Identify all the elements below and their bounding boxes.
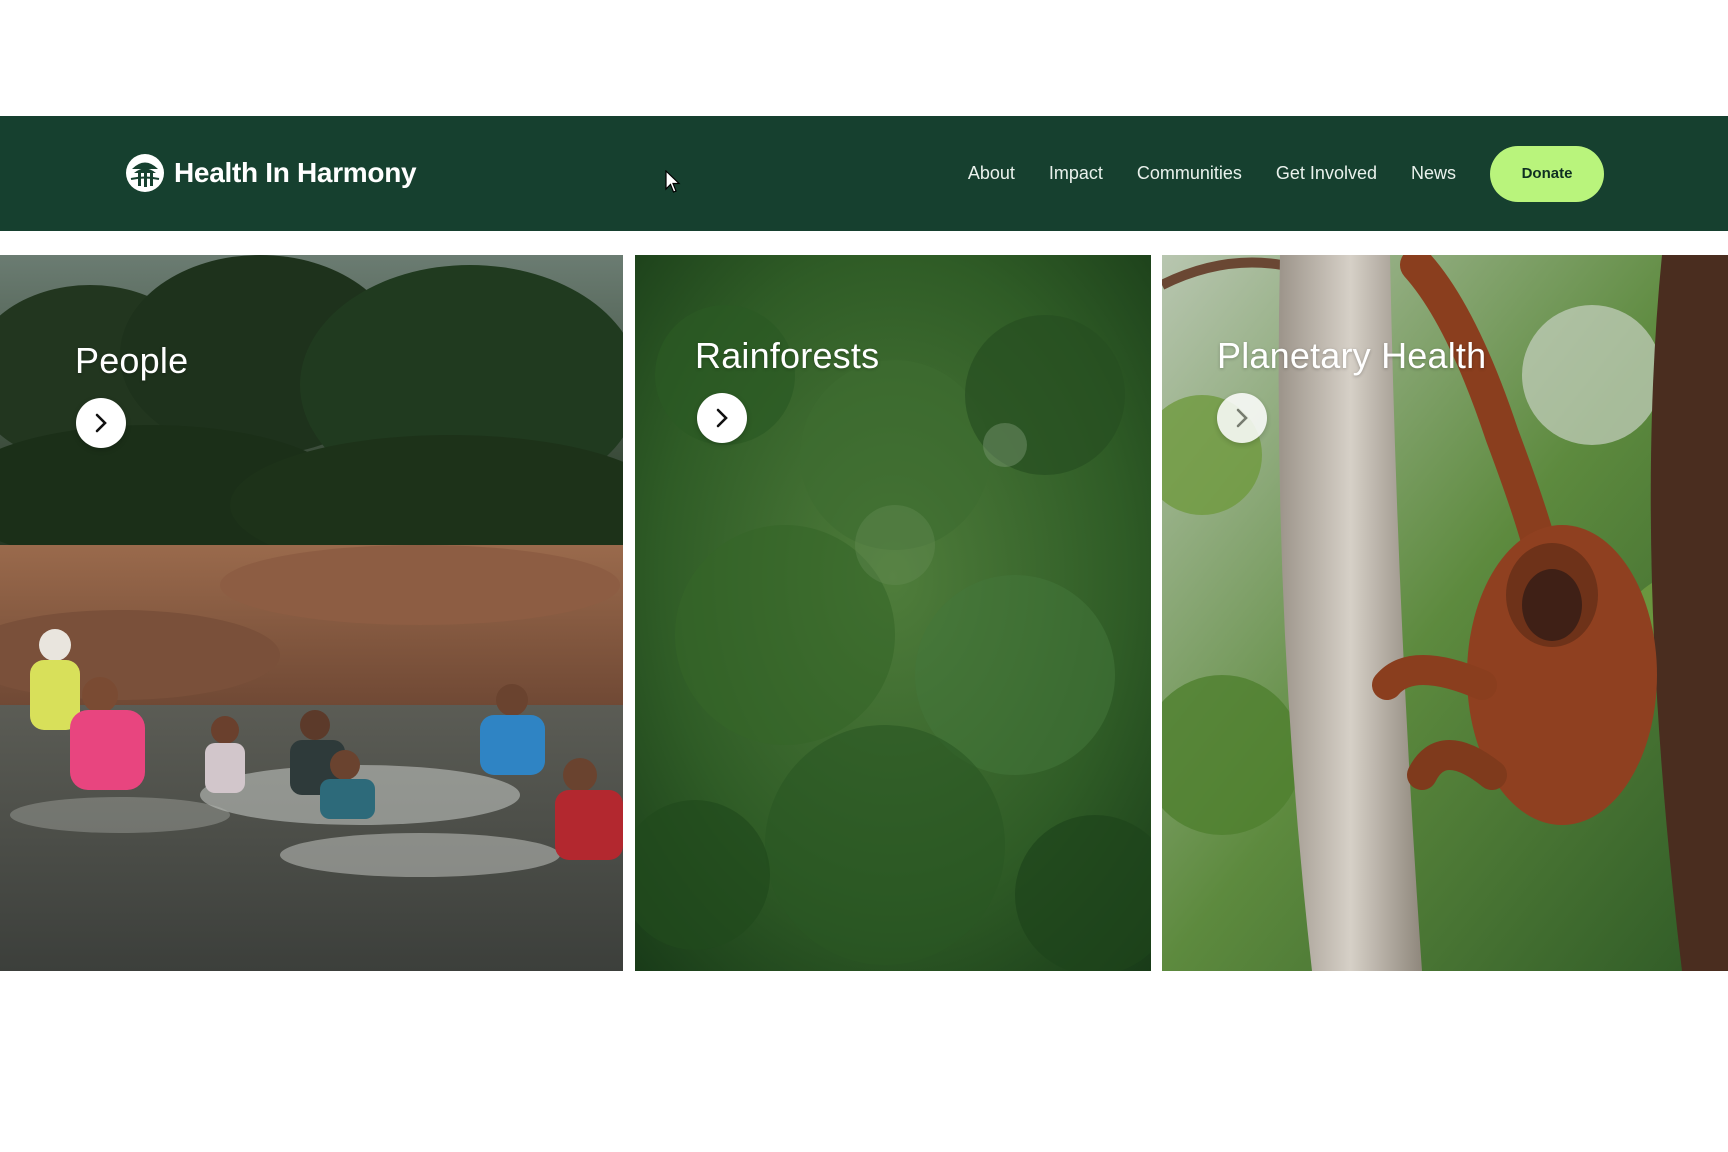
rainforests-arrow-button[interactable]	[697, 393, 747, 443]
card-planetary-health[interactable]: Planetary Health	[1162, 255, 1728, 971]
card-title-people: People	[75, 340, 189, 381]
brand-name: Health In Harmony	[174, 157, 417, 188]
chevron-right-icon	[1236, 408, 1248, 428]
people-arrow-button[interactable]	[76, 398, 126, 448]
focus-cards: People Rainforests Planetary Health	[0, 255, 1728, 971]
nav-about[interactable]: About	[968, 163, 1015, 184]
card-title-rainforests: Rainforests	[695, 335, 880, 376]
nav-communities[interactable]: Communities	[1137, 163, 1242, 184]
planetary-health-arrow-button[interactable]	[1217, 393, 1267, 443]
brand-logo[interactable]: Health In Harmony	[124, 150, 417, 196]
tree-icon	[126, 154, 164, 192]
nav-news[interactable]: News	[1411, 163, 1456, 184]
card-rainforests[interactable]: Rainforests	[635, 255, 1151, 971]
card-people[interactable]: People	[0, 255, 623, 971]
mouse-cursor-icon	[665, 170, 681, 193]
main-nav: About Impact Communities Get Involved Ne…	[968, 116, 1604, 231]
donate-button[interactable]: Donate	[1490, 145, 1604, 202]
chevron-right-icon	[95, 413, 107, 433]
nav-impact[interactable]: Impact	[1049, 163, 1103, 184]
nav-get-involved[interactable]: Get Involved	[1276, 163, 1377, 184]
chevron-right-icon	[716, 408, 728, 428]
site-header: Health In Harmony About Impact Communiti…	[0, 116, 1728, 231]
card-title-planetary-health: Planetary Health	[1217, 335, 1487, 376]
